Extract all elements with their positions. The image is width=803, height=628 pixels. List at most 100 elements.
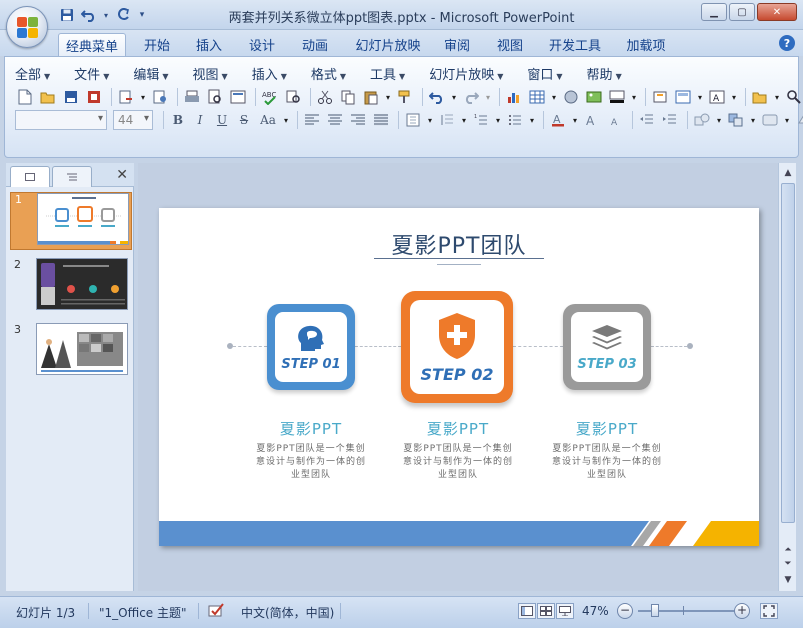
tab-insert[interactable]: 插入 — [188, 33, 230, 56]
attach-icon[interactable] — [150, 87, 170, 107]
menu-slideshow[interactable]: 幻灯片放映 ▼ — [429, 64, 503, 83]
menu-format[interactable]: 格式 ▼ — [311, 64, 346, 83]
maximize-button[interactable]: ▢ — [729, 3, 755, 21]
step-01-title[interactable]: 夏影PPT — [251, 418, 371, 439]
step-01-card[interactable]: STEP 01 — [267, 304, 355, 390]
shape-fill-icon[interactable] — [794, 110, 803, 130]
numbering-dropdown-icon[interactable]: ▾ — [494, 110, 502, 130]
scroll-thumb[interactable] — [781, 183, 795, 523]
menu-tools[interactable]: 工具 ▼ — [370, 64, 405, 83]
font-color-dropdown-icon[interactable]: ▾ — [571, 110, 579, 130]
new-document-icon[interactable] — [15, 87, 35, 107]
color-scheme-icon[interactable] — [607, 87, 627, 107]
minimize-button[interactable]: ▁ — [701, 3, 727, 21]
fit-to-window-icon[interactable] — [760, 603, 778, 619]
publish-dropdown-icon[interactable]: ▾ — [139, 87, 147, 107]
font-size-combo[interactable]: 44 — [113, 110, 153, 130]
normal-view-button[interactable] — [518, 603, 536, 619]
folder-icon[interactable] — [750, 87, 770, 107]
slide-thumbnail-1[interactable]: 1 — [10, 192, 132, 250]
slide-thumbnail-3[interactable]: 3 — [10, 323, 132, 381]
text-direction-icon[interactable] — [403, 110, 423, 130]
text-box-icon[interactable]: A — [707, 87, 727, 107]
layout-dropdown-icon[interactable]: ▾ — [696, 87, 704, 107]
bold-button[interactable]: B — [168, 110, 188, 130]
slides-tab[interactable] — [10, 166, 50, 187]
text-box-dropdown-icon[interactable]: ▾ — [730, 87, 738, 107]
zoom-level[interactable]: 47% — [582, 604, 609, 618]
slide-canvas[interactable]: 夏影PPT团队 STEP 01 STEP 02 STEP 03 夏影PPT 夏影… — [159, 208, 759, 546]
menu-window[interactable]: 窗口 ▼ — [527, 64, 562, 83]
find-icon[interactable] — [784, 87, 803, 107]
zoom-in-icon[interactable]: + — [734, 603, 750, 619]
strikethrough-button[interactable]: S — [234, 110, 254, 130]
slide-title[interactable]: 夏影PPT团队 — [159, 228, 759, 260]
folder-dropdown-icon[interactable]: ▾ — [773, 87, 781, 107]
font-name-combo[interactable] — [15, 110, 107, 130]
tab-slideshow[interactable]: 幻灯片放映 — [350, 33, 426, 56]
zoom-slider-thumb[interactable] — [651, 604, 659, 617]
insert-table-dropdown-icon[interactable]: ▾ — [550, 87, 558, 107]
tab-developer[interactable]: 开发工具 — [543, 33, 607, 56]
change-case-dropdown-icon[interactable]: ▾ — [282, 110, 290, 130]
print-preview-icon[interactable] — [205, 87, 225, 107]
cut-icon[interactable] — [315, 87, 335, 107]
slide-layout-icon[interactable] — [228, 87, 248, 107]
numbering-icon[interactable]: 1 — [471, 110, 491, 130]
new-slide-icon[interactable] — [650, 87, 670, 107]
permission-icon[interactable] — [84, 87, 104, 107]
slide-sorter-view-button[interactable] — [537, 603, 555, 619]
step-02-card[interactable]: STEP 02 — [401, 291, 513, 403]
step-02-title[interactable]: 夏影PPT — [398, 418, 518, 439]
print-icon[interactable] — [182, 87, 202, 107]
grow-font-icon[interactable]: A — [582, 110, 602, 130]
arrange-dropdown-icon[interactable]: ▾ — [749, 110, 757, 130]
save-icon[interactable] — [61, 87, 81, 107]
menu-edit[interactable]: 编辑 ▼ — [133, 64, 168, 83]
underline-button[interactable]: U — [212, 110, 232, 130]
step-03-title[interactable]: 夏影PPT — [547, 418, 667, 439]
step-02-desc[interactable]: 夏影PPT团队是一个集创意设计与制作为一体的创业型团队 — [403, 443, 513, 482]
color-scheme-dropdown-icon[interactable]: ▾ — [630, 87, 638, 107]
clip-art-icon[interactable] — [561, 87, 581, 107]
menu-all[interactable]: 全部 ▼ — [15, 64, 50, 83]
next-slide-icon[interactable]: ⏷ — [781, 557, 795, 571]
quick-styles-icon[interactable] — [760, 110, 780, 130]
scroll-up-icon[interactable]: ▲ — [781, 166, 795, 180]
redo-dropdown-icon[interactable]: ▾ — [484, 87, 492, 107]
justify-icon[interactable] — [371, 110, 391, 130]
zoom-out-icon[interactable]: − — [617, 603, 633, 619]
align-center-icon[interactable] — [325, 110, 345, 130]
redo-icon[interactable] — [461, 87, 481, 107]
bullets-dropdown-icon[interactable]: ▾ — [528, 110, 536, 130]
tab-addins[interactable]: 加载项 — [620, 33, 672, 56]
decrease-indent-icon[interactable] — [637, 110, 657, 130]
previous-slide-icon[interactable]: ⏶ — [781, 543, 795, 557]
change-case-button[interactable]: Aa — [256, 110, 280, 130]
italic-button[interactable]: I — [190, 110, 210, 130]
slideshow-view-button[interactable] — [556, 603, 574, 619]
insert-chart-icon[interactable] — [504, 87, 524, 107]
line-spacing-dropdown-icon[interactable]: ▾ — [460, 110, 468, 130]
quick-styles-dropdown-icon[interactable]: ▾ — [783, 110, 791, 130]
increase-indent-icon[interactable] — [660, 110, 680, 130]
open-folder-icon[interactable] — [38, 87, 58, 107]
language-status[interactable]: 中文(简体，中国) — [241, 604, 334, 621]
shrink-font-icon[interactable]: A — [605, 110, 625, 130]
menu-help[interactable]: 帮助 ▼ — [587, 64, 622, 83]
shapes-dropdown-icon[interactable]: ▾ — [715, 110, 723, 130]
tab-review[interactable]: 审阅 — [436, 33, 478, 56]
tab-home[interactable]: 开始 — [136, 33, 178, 56]
bullets-icon[interactable] — [505, 110, 525, 130]
format-painter-icon[interactable] — [395, 87, 415, 107]
slide-thumbnail-2[interactable]: 2 — [10, 258, 132, 316]
undo-dropdown-icon[interactable]: ▾ — [450, 87, 458, 107]
insert-picture-icon[interactable] — [584, 87, 604, 107]
spelling-check-icon[interactable] — [208, 602, 226, 621]
menu-view[interactable]: 视图 ▼ — [193, 64, 228, 83]
line-spacing-icon[interactable] — [437, 110, 457, 130]
step-03-card[interactable]: STEP 03 — [563, 304, 651, 390]
tab-design[interactable]: 设计 — [241, 33, 283, 56]
outline-tab[interactable] — [52, 166, 92, 187]
menu-insert[interactable]: 插入 ▼ — [252, 64, 287, 83]
